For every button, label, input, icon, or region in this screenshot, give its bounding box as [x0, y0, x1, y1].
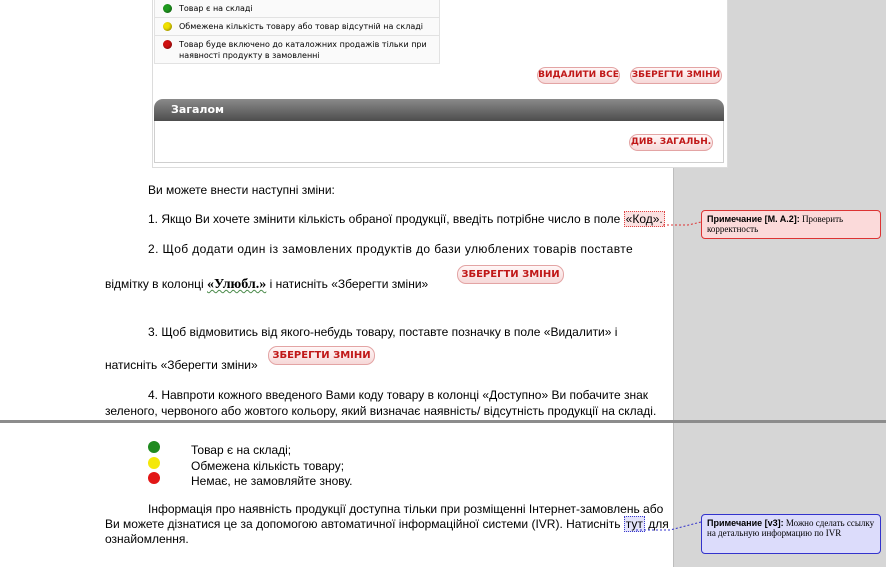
item-2-text-end: і натисніть «Зберегти зміни» — [266, 277, 429, 291]
red-dot-icon — [163, 40, 172, 49]
comment-balloon-1[interactable]: Примечание [M. A.2]: Проверить корректно… — [701, 210, 881, 239]
legend-row-catalog: Товар буде включено до каталожних продаж… — [154, 36, 440, 64]
comment-author: Примечание [M. A.2]: — [707, 214, 800, 224]
info-text-end: для — [644, 517, 669, 531]
commented-code-field[interactable]: «Код». — [623, 211, 665, 227]
yellow-dot-icon — [163, 22, 172, 31]
here-link[interactable]: тут — [623, 516, 645, 532]
info-line-2: Ви можете дізнатися це за допомогою авто… — [105, 516, 669, 532]
legend-text: Товар буде включено до каталожних продаж… — [179, 40, 427, 60]
legend-row-in-stock: Товар є на складі — [154, 0, 440, 18]
save-changes-image-button[interactable]: ЗБЕРЕГТИ ЗМІНИ — [268, 346, 375, 365]
bullet-none: Немає, не замовляйте знову. — [191, 474, 353, 488]
yellow-circle-icon — [148, 457, 160, 469]
green-circle-icon — [148, 441, 160, 453]
save-changes-image-button[interactable]: ЗБЕРЕГТИ ЗМІНИ — [457, 265, 564, 284]
availability-legend: Товар є на складі Обмежена кількість тов… — [154, 0, 440, 64]
item-4-line-2: зеленого, червоного або жовтого кольору,… — [105, 404, 657, 418]
item-2-line-1: 2. Щоб додати один із замовлених продукт… — [148, 242, 634, 256]
red-circle-icon — [148, 472, 160, 484]
info-text: Ви можете дізнатися це за допомогою авто… — [105, 517, 624, 531]
page-break — [0, 420, 886, 423]
item-1: 1. Якщо Ви хочете змінити кількість обра… — [148, 211, 665, 227]
legend-text: Обмежена кількість товару або товар відс… — [179, 22, 423, 31]
bullet-in-stock: Товар є на складі; — [191, 443, 292, 457]
bullet-limited: Обмежена кількість товару; — [191, 459, 345, 473]
item-3-line-1: 3. Щоб відмовитись від якого-небудь това… — [148, 325, 618, 339]
save-changes-button[interactable]: ЗБЕРЕГТИ ЗМІНИ — [630, 67, 722, 84]
info-line-1: Інформація про наявність продукції досту… — [148, 502, 664, 516]
item-3-line-2: натисніть «Зберегти зміни» — [105, 358, 258, 372]
info-line-3: ознайомлення. — [105, 532, 189, 546]
favorites-column-name: «Улюбл.» — [207, 277, 267, 292]
view-total-button[interactable]: ДИВ. ЗАГАЛЬН. — [629, 134, 713, 151]
item-2-text: відмітку в колонці — [105, 277, 207, 291]
embedded-screenshot: Товар є на складі Обмежена кількість тов… — [152, 0, 728, 168]
intro-paragraph: Ви можете внести наступні зміни: — [148, 183, 335, 197]
legend-row-limited: Обмежена кількість товару або товар відс… — [154, 18, 440, 36]
item-4-line-1: 4. Навпроти кожного введеного Вами коду … — [148, 388, 649, 402]
green-dot-icon — [163, 4, 172, 13]
total-panel-title: Загалом — [154, 99, 724, 121]
item-2-line-2: відмітку в колонці «Улюбл.» і натисніть … — [105, 276, 428, 293]
legend-text: Товар є на складі — [179, 4, 253, 13]
comment-balloon-2[interactable]: Примечание [v3]: Можно сделать ссылку на… — [701, 514, 881, 554]
delete-all-button[interactable]: ВИДАЛИТИ ВСЕ — [537, 67, 620, 84]
item-1-text: 1. Якщо Ви хочете змінити кількість обра… — [148, 212, 624, 226]
comment-author: Примечание [v3]: — [707, 518, 784, 528]
